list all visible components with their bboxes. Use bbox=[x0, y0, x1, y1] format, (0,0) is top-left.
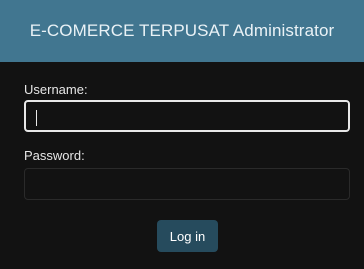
password-input[interactable] bbox=[24, 168, 350, 200]
username-input[interactable] bbox=[24, 100, 350, 132]
site-header: E-COMERCE TERPUSAT Administrator bbox=[0, 0, 364, 62]
login-panel: E-COMERCE TERPUSAT Administrator Usernam… bbox=[0, 0, 364, 269]
text-caret bbox=[36, 110, 37, 126]
login-button[interactable]: Log in bbox=[157, 220, 218, 252]
site-title: E-COMERCE TERPUSAT Administrator bbox=[29, 21, 335, 40]
username-label: Username: bbox=[24, 82, 88, 97]
password-label: Password: bbox=[24, 148, 85, 163]
